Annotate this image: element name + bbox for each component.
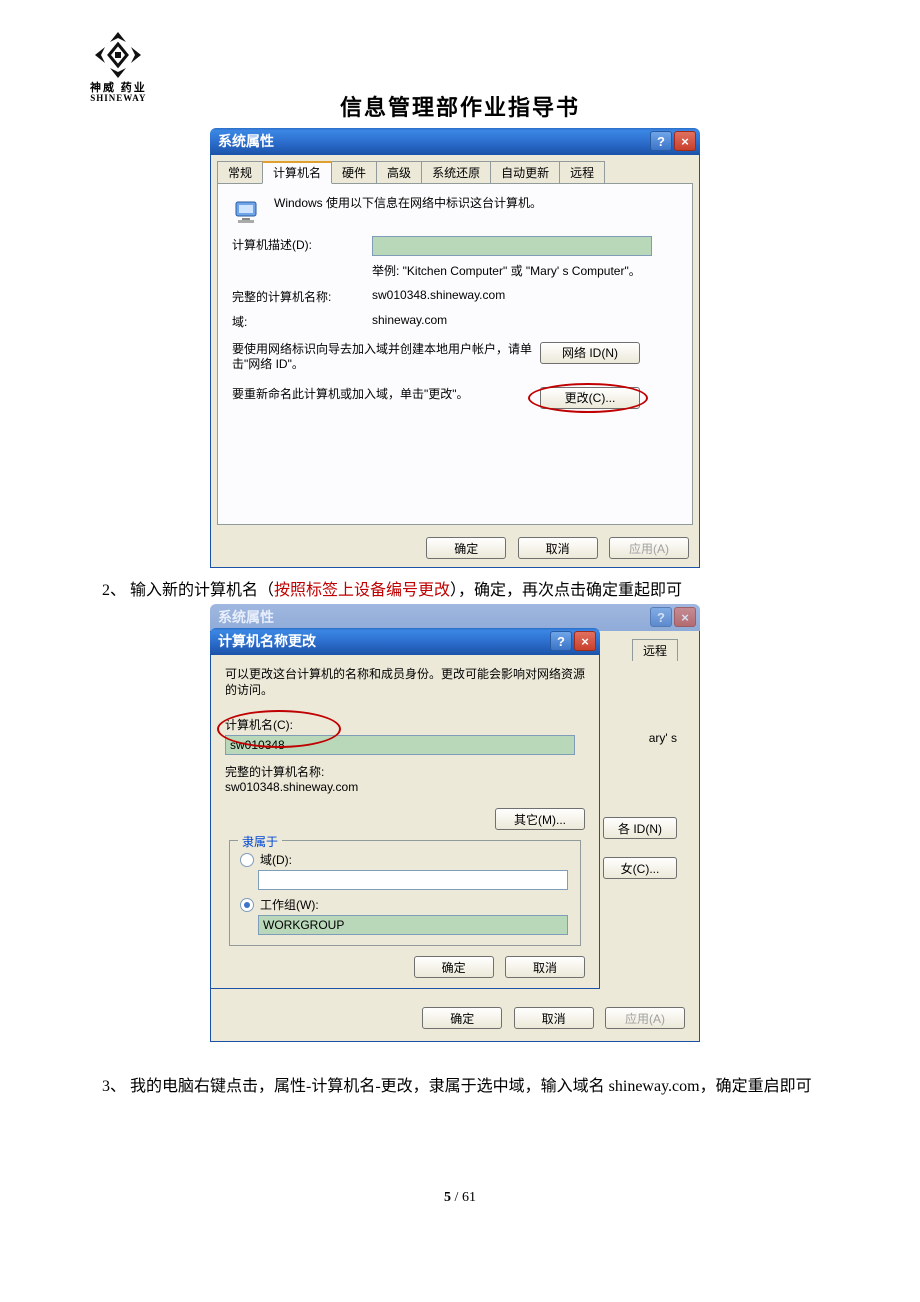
logo: 神威 药业 SHINEWAY xyxy=(90,30,147,104)
computer-description-input[interactable] xyxy=(372,236,652,256)
radio-workgroup[interactable] xyxy=(240,898,254,912)
titlebar-1-text: 系统属性 xyxy=(218,131,274,151)
workgroup-input[interactable] xyxy=(258,915,568,935)
change-intro: 可以更改这台计算机的名称和成员身份。更改可能会影响对网络资源的访问。 xyxy=(225,667,585,698)
computer-icon xyxy=(232,196,264,228)
radio-workgroup-label: 工作组(W): xyxy=(260,896,319,913)
peek1: ary' s xyxy=(649,731,677,745)
tab-hardware[interactable]: 硬件 xyxy=(331,161,377,184)
fullname-label-2: 完整的计算机名称: xyxy=(225,763,585,780)
tab-system-restore[interactable]: 系统还原 xyxy=(421,161,491,184)
close-icon-under: × xyxy=(674,607,696,627)
titlebar-2[interactable]: 计算机名称更改 ? × xyxy=(210,628,600,655)
computer-name-label: 计算机名(C): xyxy=(225,716,585,733)
netid-text: 要使用网络标识向导去加入域并创建本地用户帐户，请单击"网络 ID"。 xyxy=(232,342,532,373)
example-text: 举例: "Kitchen Computer" 或 "Mary' s Comput… xyxy=(372,264,678,280)
tab-computer-name[interactable]: 计算机名 xyxy=(262,161,332,184)
desc-label: 计算机描述(D): xyxy=(232,236,372,253)
step2-red: 按照标签上设备编号更改 xyxy=(274,582,450,599)
fullname-label: 完整的计算机名称: xyxy=(232,288,372,305)
step-2-text: 2、 输入新的计算机名（按照标签上设备编号更改），确定，再次点击确定重起即可 xyxy=(102,576,830,600)
page-a: 5 xyxy=(444,1190,451,1205)
close-icon[interactable]: × xyxy=(674,131,696,151)
step-3-text: 3、 我的电脑右键点击，属性-计算机名-更改，隶属于选中域，输入域名 shine… xyxy=(102,1074,830,1100)
tabs: 常规 计算机名 硬件 高级 系统还原 自动更新 远程 xyxy=(211,155,699,184)
titlebar-under-text: 系统属性 xyxy=(218,607,274,627)
tab-remote[interactable]: 远程 xyxy=(559,161,605,184)
ok-button-1[interactable]: 确定 xyxy=(426,537,506,559)
domain-input[interactable] xyxy=(258,870,568,890)
titlebar-1[interactable]: 系统属性 ? × xyxy=(210,128,700,155)
network-id-button[interactable]: 网络 ID(N) xyxy=(540,342,640,364)
cancel-button-1[interactable]: 取消 xyxy=(518,537,598,559)
computer-name-input[interactable] xyxy=(225,735,575,755)
change-button[interactable]: 更改(C)... xyxy=(540,387,640,409)
dialog-system-properties: 系统属性 ? × 常规 计算机名 硬件 高级 系统还原 自动更新 远程 xyxy=(210,128,700,568)
help-icon-2[interactable]: ? xyxy=(550,631,572,651)
radio-domain[interactable] xyxy=(240,853,254,867)
apply-button-under: 应用(A) xyxy=(605,1007,685,1029)
more-button[interactable]: 其它(M)... xyxy=(495,808,585,830)
change-text: 要重新命名此计算机或加入域，单击"更改"。 xyxy=(232,387,532,403)
tab-remote-under: 远程 xyxy=(632,639,678,661)
titlebar-2-text: 计算机名称更改 xyxy=(218,631,316,651)
fullname-value-2: sw010348.shineway.com xyxy=(225,780,585,794)
page-number: 5 / 61 xyxy=(90,1190,830,1206)
domain-label: 域: xyxy=(232,313,372,330)
close-icon-2[interactable]: × xyxy=(574,631,596,651)
dialog-change-name: 计算机名称更改 ? × 可以更改这台计算机的名称和成员身份。更改可能会影响对网络… xyxy=(210,628,600,989)
logo-icon xyxy=(93,30,143,80)
logo-line2: SHINEWAY xyxy=(90,94,147,104)
page-b: 61 xyxy=(462,1190,476,1205)
help-icon-under: ? xyxy=(650,607,672,627)
peek-change-button: 女(C)... xyxy=(603,857,677,879)
doc-title: 信息管理部作业指导书 xyxy=(90,90,830,122)
step2-suffix: ），确定，再次点击确定重起即可 xyxy=(450,582,682,599)
cancel-button-under[interactable]: 取消 xyxy=(514,1007,594,1029)
tab-auto-update[interactable]: 自动更新 xyxy=(490,161,560,184)
tab-general[interactable]: 常规 xyxy=(217,161,263,184)
tab-advanced[interactable]: 高级 xyxy=(376,161,422,184)
fullname-value: sw010348.shineway.com xyxy=(372,288,505,302)
ok-button-under[interactable]: 确定 xyxy=(422,1007,502,1029)
titlebar-under: 系统属性 ? × xyxy=(210,604,700,631)
member-of-fieldset: 隶属于 域(D): 工作组(W): xyxy=(229,840,581,946)
apply-button-1: 应用(A) xyxy=(609,537,689,559)
member-legend: 隶属于 xyxy=(238,833,282,850)
radio-domain-label: 域(D): xyxy=(260,851,292,868)
cancel-button-2[interactable]: 取消 xyxy=(505,956,585,978)
peek-netid-button: 各 ID(N) xyxy=(603,817,677,839)
step2-prefix: 2、 输入新的计算机名（ xyxy=(102,582,274,599)
ok-button-2[interactable]: 确定 xyxy=(414,956,494,978)
help-icon[interactable]: ? xyxy=(650,131,672,151)
domain-value: shineway.com xyxy=(372,313,447,327)
banner-text: Windows 使用以下信息在网络中标识这台计算机。 xyxy=(274,196,542,212)
